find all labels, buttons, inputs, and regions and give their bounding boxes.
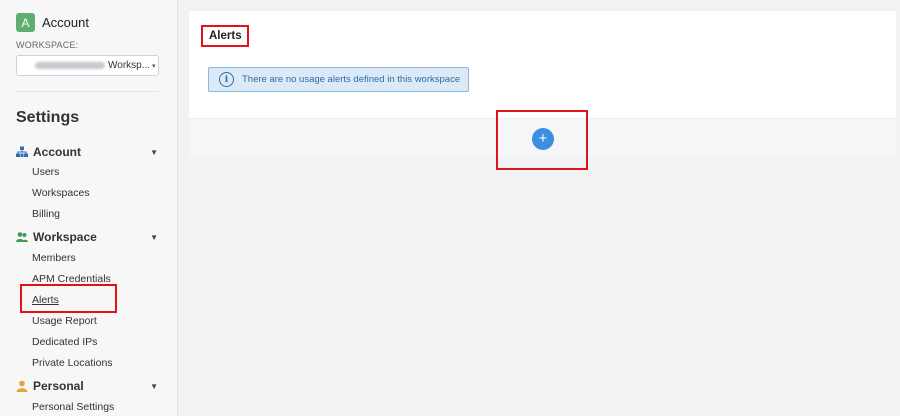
sidebar-item-dedicated-ips[interactable]: Dedicated IPs (32, 336, 97, 348)
sidebar-section-workspace[interactable]: Workspace ▼ (16, 230, 159, 244)
info-icon: i (219, 72, 234, 87)
sidebar-section-label: Account (33, 145, 81, 159)
workspace-name-redacted (35, 62, 105, 69)
sidebar-section-label: Personal (33, 379, 84, 393)
workspace-select[interactable]: Worksp... ▾ (16, 55, 159, 76)
sidebar-item-personal-settings[interactable]: Personal Settings (32, 401, 114, 413)
add-alert-button[interactable]: + (532, 128, 554, 150)
settings-sidebar: A Account WORKSPACE: Worksp... ▾ Setting… (0, 0, 178, 416)
sidebar-item-usage-report[interactable]: Usage Report (32, 315, 97, 327)
sitemap-icon (16, 146, 28, 157)
alerts-card (189, 11, 896, 118)
sidebar-item-apm-credentials[interactable]: APM Credentials (32, 273, 111, 285)
sidebar-divider (16, 91, 159, 92)
workspace-label: WORKSPACE: (16, 40, 79, 50)
sidebar-item-members[interactable]: Members (32, 252, 76, 264)
sidebar-section-label: Workspace (33, 230, 97, 244)
chevron-down-icon: ▾ (152, 62, 156, 70)
workspace-select-value: Worksp... (108, 60, 151, 71)
account-header[interactable]: A Account (16, 13, 89, 32)
page-title: Alerts (209, 30, 242, 42)
users-icon (16, 232, 28, 242)
caret-down-icon[interactable]: ▼ (150, 148, 158, 157)
account-avatar: A (16, 13, 35, 32)
sidebar-item-billing[interactable]: Billing (32, 208, 60, 220)
sidebar-item-private-locations[interactable]: Private Locations (32, 357, 113, 369)
settings-title: Settings (16, 109, 80, 126)
user-icon (16, 380, 28, 392)
info-message: There are no usage alerts defined in thi… (242, 74, 461, 85)
caret-down-icon[interactable]: ▼ (150, 233, 158, 242)
sidebar-item-users[interactable]: Users (32, 166, 59, 178)
no-alerts-info-banner: i There are no usage alerts defined in t… (208, 67, 469, 92)
account-name: Account (42, 15, 89, 30)
sidebar-item-workspaces[interactable]: Workspaces (32, 187, 90, 199)
caret-down-icon[interactable]: ▼ (150, 382, 158, 391)
sidebar-section-personal[interactable]: Personal ▼ (16, 379, 159, 393)
sidebar-item-alerts[interactable]: Alerts (32, 294, 59, 306)
sidebar-section-account[interactable]: Account ▼ (16, 145, 159, 159)
